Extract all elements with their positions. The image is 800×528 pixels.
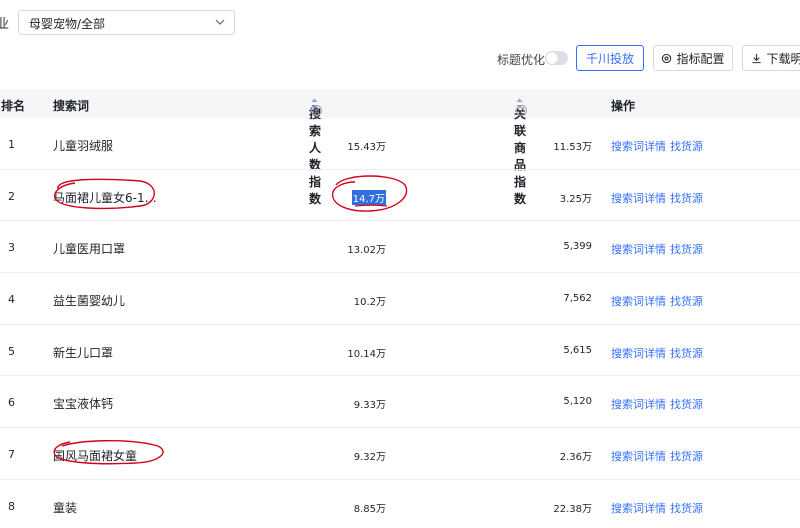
- table-row: 7 国风马面裙女童 9.32万 2.36万 搜索词详情 找货源: [0, 428, 800, 480]
- table-row: 2 马面裙儿童女6-1… 14.7万 3.25万 搜索词详情 找货源: [0, 170, 800, 222]
- table-row: 4 益生菌婴幼儿 10.2万 7,562 搜索词详情 找货源: [0, 273, 800, 325]
- row-related-index: 5,399: [563, 241, 592, 253]
- table-row: 6 宝宝液体钙 9.33万 5,120 搜索词详情 找货源: [0, 376, 800, 429]
- toggle-knob: [546, 52, 558, 64]
- row-search-index: 13.02万: [347, 245, 386, 257]
- row-rank: 7: [8, 448, 15, 462]
- keyword-detail-link[interactable]: 搜索词详情: [611, 190, 666, 206]
- row-related-index: 5,615: [563, 344, 592, 356]
- row-keyword: 宝宝液体钙: [53, 397, 114, 412]
- help-icon[interactable]: ?: [516, 105, 527, 116]
- table-row: 5 新生儿口罩 10.14万 5,615 搜索词详情 找货源: [0, 325, 800, 377]
- row-keyword: 新生儿口罩: [53, 345, 114, 360]
- row-rank: 8: [8, 499, 15, 513]
- table-header: 排名 搜索词 搜索人数指数? 关联商品指数? 操作: [0, 89, 800, 206]
- row-related-index: 5,120: [563, 396, 592, 408]
- keyword-detail-link[interactable]: 搜索词详情: [611, 448, 666, 464]
- keyword-detail-link[interactable]: 搜索词详情: [611, 500, 666, 516]
- keyword-detail-link[interactable]: 搜索词详情: [611, 241, 666, 257]
- row-keyword: 童装: [53, 500, 78, 515]
- row-related-index: 3.25万: [559, 193, 592, 205]
- row-search-index: 9.32万: [353, 452, 386, 464]
- help-icon[interactable]: ?: [311, 105, 322, 116]
- category-select[interactable]: 母婴宠物/全部: [18, 10, 235, 35]
- row-keyword: 儿童羽绒服: [53, 139, 114, 153]
- title-optimize-label: 标题优化: [497, 53, 546, 67]
- header-rank: 排名: [1, 99, 26, 113]
- table-row: 3 儿童医用口罩 13.02万 5,399 搜索词详情 找货源: [0, 221, 800, 274]
- category-select-value: 母婴宠物/全部: [29, 17, 106, 31]
- row-search-index: 9.33万: [353, 400, 386, 412]
- row-related-index: 22.38万: [553, 503, 592, 515]
- find-source-link[interactable]: 找货源: [670, 241, 703, 257]
- download-button[interactable]: 下载明: [742, 45, 800, 71]
- find-source-link[interactable]: 找货源: [670, 396, 703, 412]
- keyword-detail-link[interactable]: 搜索词详情: [611, 396, 666, 412]
- row-related-index: 2.36万: [559, 452, 592, 464]
- header-related-index[interactable]: 关联商品指数?: [514, 97, 527, 206]
- row-search-index: 10.14万: [347, 348, 386, 360]
- metric-config-button[interactable]: 指标配置: [653, 45, 733, 71]
- table-row: 1 儿童羽绒服 15.43万 11.53万 搜索词详情 找货源: [0, 118, 800, 170]
- industry-label: 业: [0, 17, 10, 32]
- find-source-link[interactable]: 找货源: [670, 345, 703, 361]
- qianchuan-button[interactable]: 千川投放: [576, 45, 644, 71]
- header-keyword: 搜索词: [53, 99, 90, 113]
- row-search-index: 15.43万: [347, 142, 386, 153]
- find-source-link[interactable]: 找货源: [670, 448, 703, 464]
- row-keyword: 儿童医用口罩: [53, 242, 126, 257]
- download-label: 下载明: [766, 51, 800, 66]
- row-rank: 5: [8, 344, 15, 358]
- qianchuan-button-label: 千川投放: [585, 51, 634, 66]
- header-search-index[interactable]: 搜索人数指数?: [309, 97, 322, 206]
- row-search-index: 10.2万: [353, 297, 386, 309]
- find-source-link[interactable]: 找货源: [670, 500, 703, 516]
- row-rank: 3: [8, 241, 15, 255]
- row-keyword: 国风马面裙女童: [53, 449, 138, 464]
- row-related-index: 11.53万: [553, 142, 592, 153]
- chevron-down-icon: [215, 19, 225, 25]
- row-keyword: 益生菌婴幼儿: [53, 294, 126, 309]
- gear-icon: [662, 53, 672, 63]
- find-source-link[interactable]: 找货源: [670, 293, 703, 309]
- row-rank: 1: [8, 138, 15, 151]
- keyword-detail-link[interactable]: 搜索词详情: [611, 345, 666, 361]
- table-row: 8 童装 8.85万 22.38万 搜索词详情 找货源: [0, 480, 800, 528]
- find-source-link[interactable]: 找货源: [670, 190, 703, 206]
- row-rank: 2: [8, 189, 15, 203]
- table-body: 1 儿童羽绒服 15.43万 11.53万 搜索词详情 找货源 2 马面裙儿童女…: [0, 118, 800, 528]
- row-rank: 6: [8, 396, 15, 410]
- header-ops: 操作: [611, 99, 636, 113]
- metric-config-label: 指标配置: [676, 51, 725, 66]
- row-search-index: 8.85万: [353, 503, 386, 515]
- keyword-detail-link[interactable]: 搜索词详情: [611, 293, 666, 309]
- row-keyword: 马面裙儿童女6-1…: [53, 190, 157, 205]
- keyword-detail-link[interactable]: 搜索词详情: [611, 138, 666, 154]
- row-related-index: 7,562: [563, 293, 592, 305]
- row-search-index: 14.7万: [351, 189, 386, 205]
- title-optimize-toggle[interactable]: [545, 51, 568, 65]
- find-source-link[interactable]: 找货源: [670, 138, 703, 154]
- download-icon: [752, 53, 762, 63]
- row-rank: 4: [8, 293, 15, 307]
